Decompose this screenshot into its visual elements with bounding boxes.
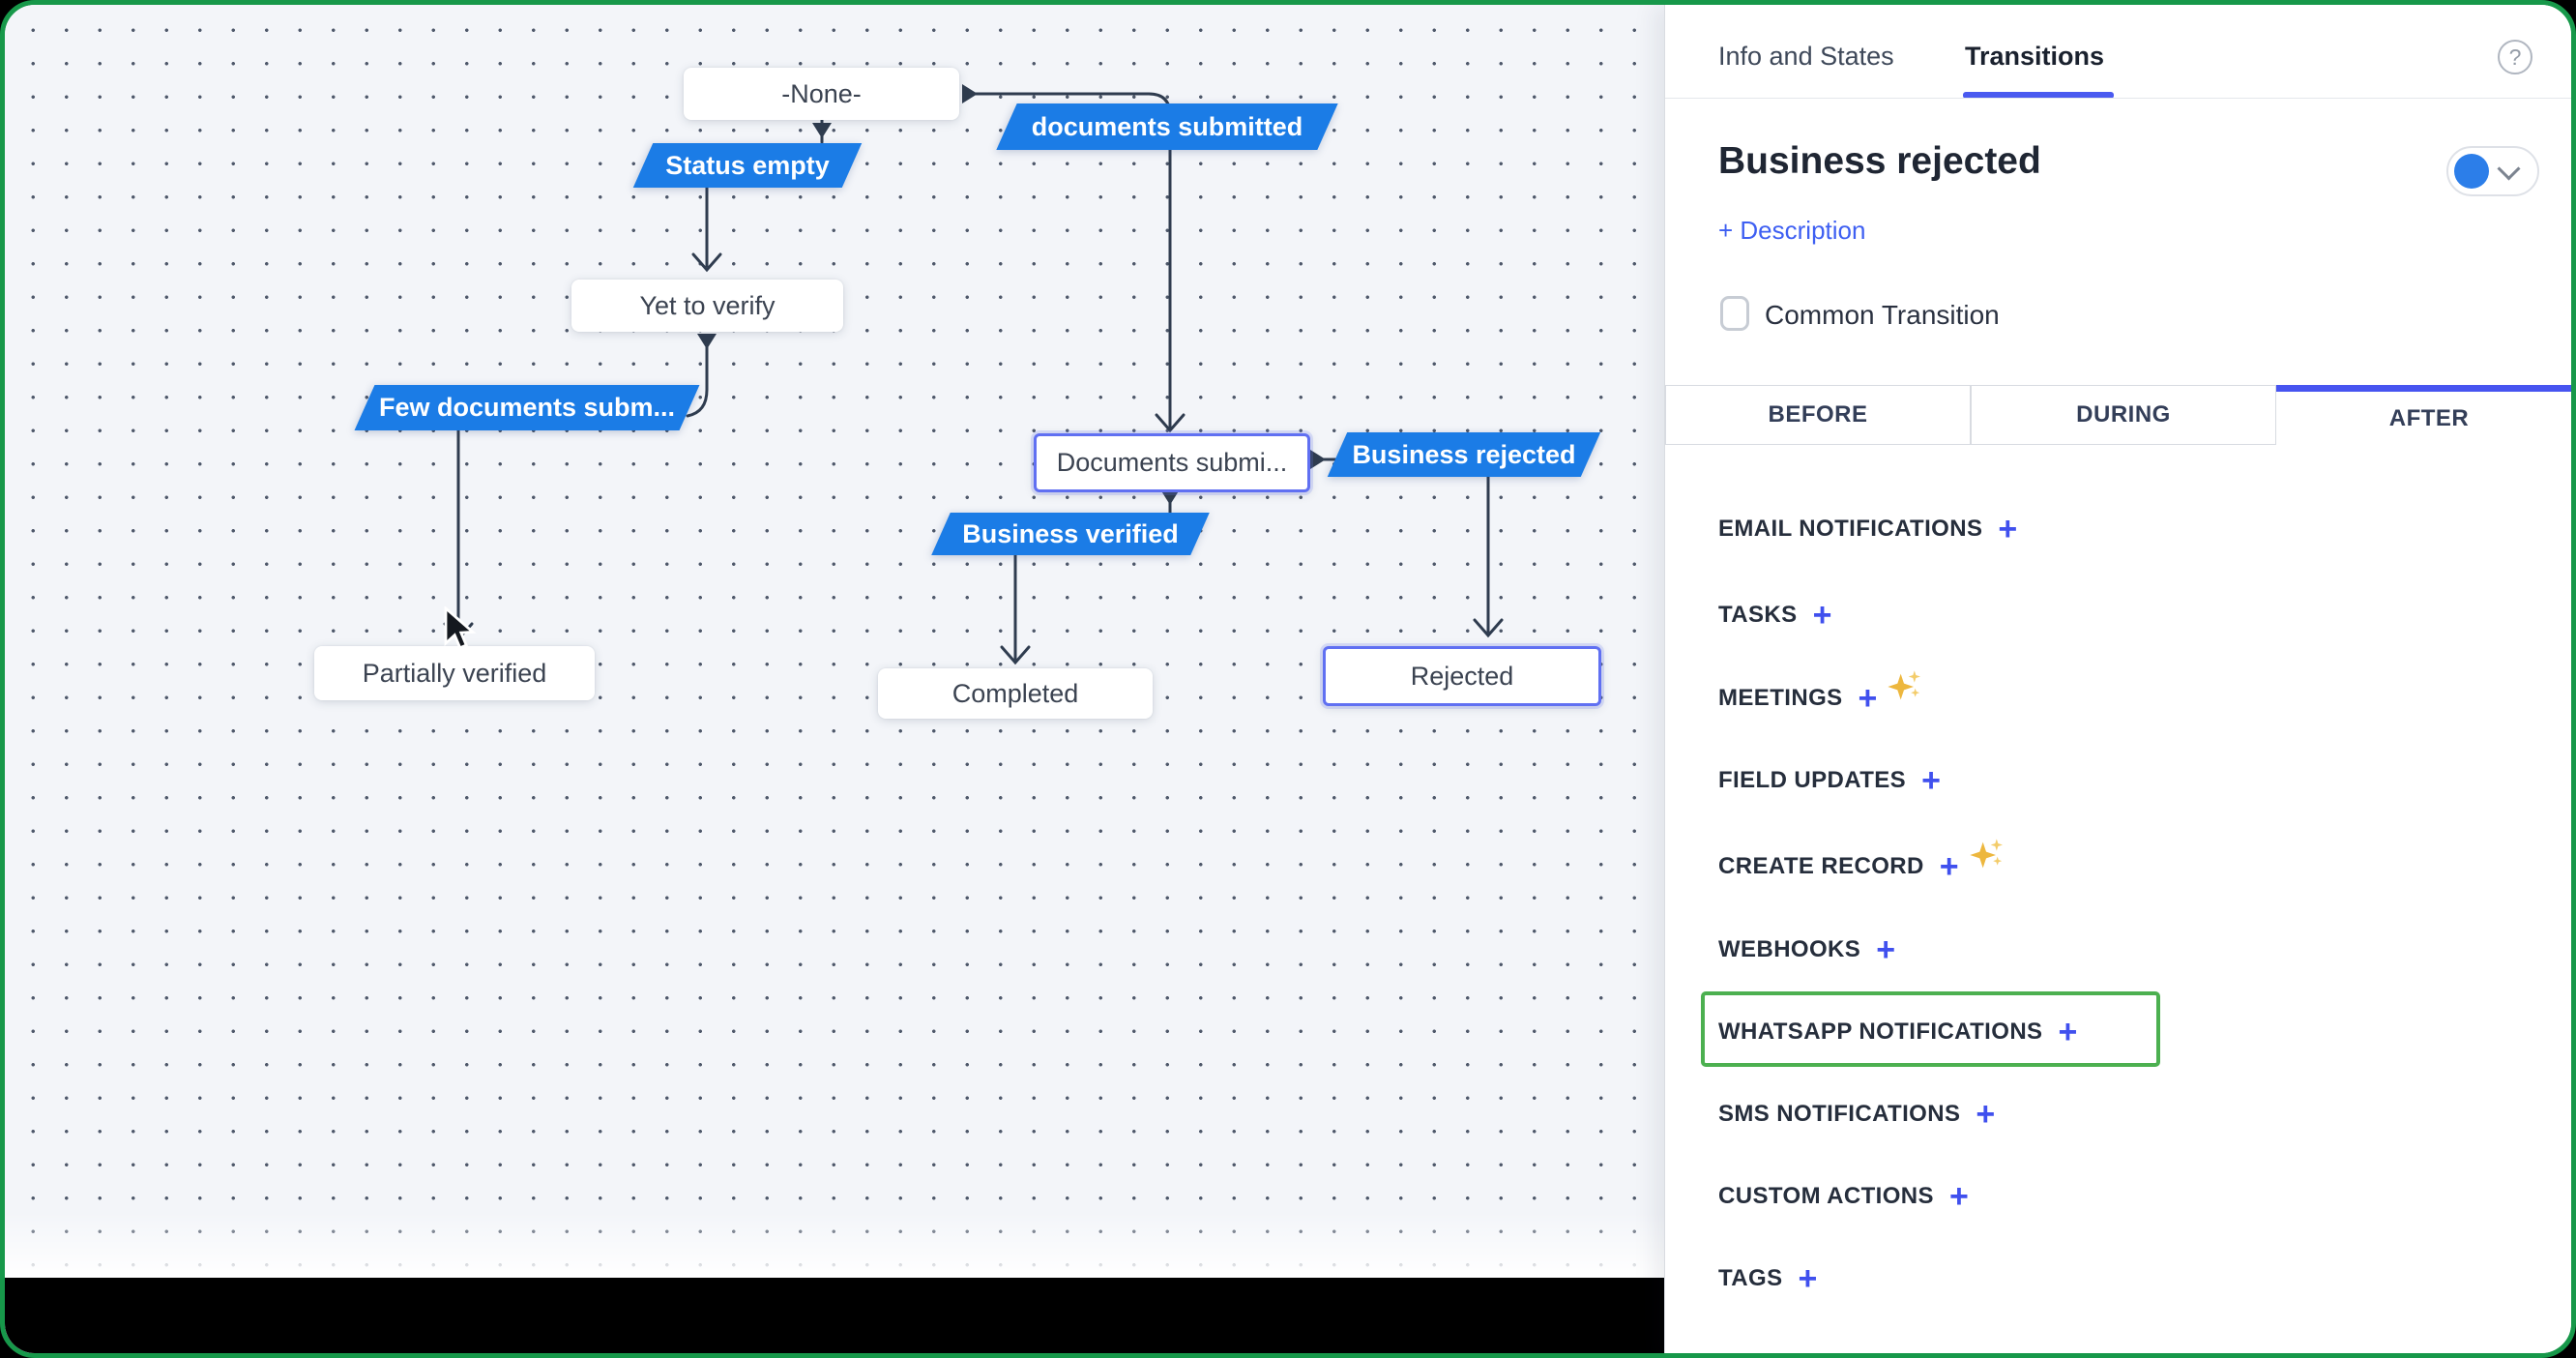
tab-before[interactable]: BEFORE xyxy=(1665,385,1971,445)
state-node-none[interactable]: -None- xyxy=(684,68,959,120)
transition-text: Business rejected xyxy=(1352,439,1576,469)
action-label: MEETINGS xyxy=(1718,685,1843,711)
add-whatsapp-notification-button[interactable]: + xyxy=(2058,1016,2077,1048)
action-label: SMS NOTIFICATIONS xyxy=(1718,1101,1961,1127)
mouse-cursor xyxy=(444,606,477,650)
header-divider xyxy=(1665,98,2571,99)
action-row-meetings: MEETINGS + xyxy=(1718,670,1923,716)
transition-label-documents-submitted[interactable]: documents submitted xyxy=(1007,103,1328,150)
blueprint-editor-window: -None- Yet to verify Documents submi... … xyxy=(0,0,2576,1358)
action-row-whatsapp-notifications: WHATSAPP NOTIFICATIONS + xyxy=(1718,1015,2077,1049)
blueprint-canvas[interactable]: -None- Yet to verify Documents submi... … xyxy=(5,5,1664,1353)
sparkle-icon xyxy=(1888,670,1921,700)
state-node-partially-verified[interactable]: Partially verified xyxy=(314,646,595,700)
action-label: EMAIL NOTIFICATIONS xyxy=(1718,516,1983,542)
add-description-link[interactable]: + Description xyxy=(1718,216,1865,246)
transition-label-business-verified[interactable]: Business verified xyxy=(941,513,1200,555)
action-row-sms-notifications: SMS NOTIFICATIONS + xyxy=(1718,1097,1995,1132)
add-meeting-button[interactable]: + xyxy=(1859,682,1878,715)
action-row-create-record: CREATE RECORD + xyxy=(1718,839,2005,884)
phase-tab-bar: BEFORE DURING AFTER xyxy=(1665,385,2571,445)
transition-text: Few documents subm... xyxy=(378,393,676,422)
add-create-record-button[interactable]: + xyxy=(1940,850,1959,883)
transition-label-few-documents-submitted[interactable]: Few documents subm... xyxy=(365,385,689,430)
tab-during[interactable]: DURING xyxy=(1971,385,2276,445)
action-row-webhooks: WEBHOOKS + xyxy=(1718,932,1895,967)
add-sms-notification-button[interactable]: + xyxy=(1976,1098,1995,1131)
help-icon[interactable]: ? xyxy=(2498,40,2532,74)
sparkle-icon xyxy=(1969,839,2003,869)
transition-label-status-empty[interactable]: Status empty xyxy=(643,143,852,188)
common-transition-checkbox[interactable] xyxy=(1720,296,1749,331)
chevron-down-icon xyxy=(2497,156,2521,181)
action-row-tags: TAGS + xyxy=(1718,1261,1817,1296)
add-tag-button[interactable]: + xyxy=(1799,1262,1818,1295)
add-custom-action-button[interactable]: + xyxy=(1949,1180,1969,1213)
transition-text: Status empty xyxy=(665,150,830,180)
action-label: TAGS xyxy=(1718,1265,1783,1291)
action-row-custom-actions: CUSTOM ACTIONS + xyxy=(1718,1179,1969,1214)
transition-label-business-rejected[interactable]: Business rejected xyxy=(1337,432,1591,477)
action-row-email-notifications: EMAIL NOTIFICATIONS + xyxy=(1718,512,2017,546)
state-node-yet-to-verify[interactable]: Yet to verify xyxy=(571,280,843,332)
action-label: CUSTOM ACTIONS xyxy=(1718,1183,1934,1209)
action-label: WHATSAPP NOTIFICATIONS xyxy=(1718,1018,2043,1045)
add-webhook-button[interactable]: + xyxy=(1876,933,1895,966)
add-task-button[interactable]: + xyxy=(1813,599,1832,632)
tab-transitions[interactable]: Transitions xyxy=(1965,42,2104,72)
page-title: Business rejected xyxy=(1718,140,2041,182)
action-label: CREATE RECORD xyxy=(1718,853,1924,879)
transition-text: documents submitted xyxy=(1031,111,1303,141)
state-node-completed[interactable]: Completed xyxy=(878,668,1153,719)
action-label: TASKS xyxy=(1718,602,1798,628)
action-row-field-updates: FIELD UPDATES + xyxy=(1718,763,1941,798)
state-node-documents-submitted[interactable]: Documents submi... xyxy=(1034,433,1310,492)
transition-settings-panel: Info and States Transitions ? Business r… xyxy=(1664,5,2571,1353)
tab-after[interactable]: AFTER xyxy=(2276,385,2571,445)
tab-info-and-states[interactable]: Info and States xyxy=(1718,42,1894,72)
transition-text: Business verified xyxy=(962,518,1179,548)
transition-color-picker[interactable] xyxy=(2446,146,2539,196)
state-node-rejected[interactable]: Rejected xyxy=(1323,646,1601,706)
add-field-update-button[interactable]: + xyxy=(1921,764,1941,797)
common-transition-label: Common Transition xyxy=(1765,300,2000,330)
action-label: FIELD UPDATES xyxy=(1718,767,1907,793)
action-row-tasks: TASKS + xyxy=(1718,598,1831,633)
action-label: WEBHOOKS xyxy=(1718,936,1861,962)
status-color-dot xyxy=(2454,154,2489,189)
add-email-notification-button[interactable]: + xyxy=(1998,513,2017,546)
window-frame: -None- Yet to verify Documents submi... … xyxy=(0,0,2576,1358)
